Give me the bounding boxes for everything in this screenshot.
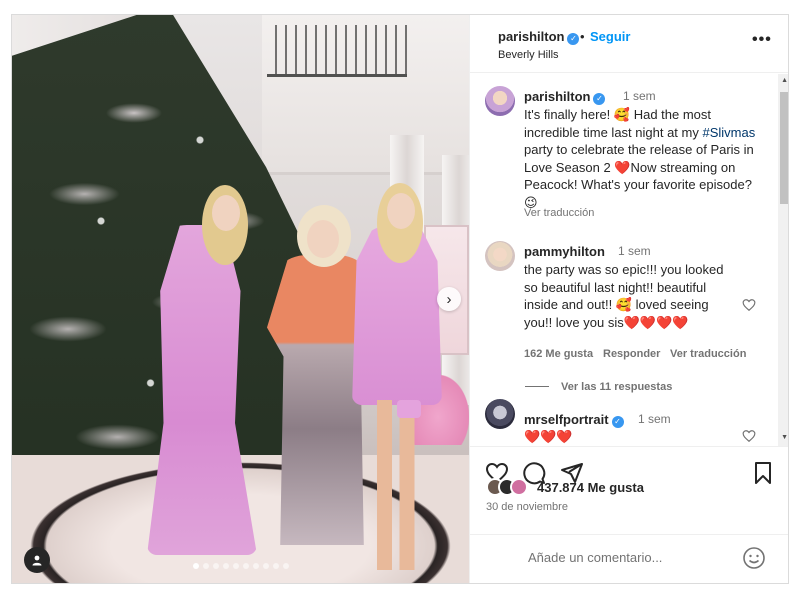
post-date[interactable]: 30 de noviembre: [486, 501, 568, 513]
carousel-dot: [252, 563, 259, 569]
likes-count[interactable]: 437.874 Me gusta: [537, 480, 644, 495]
post-dialog: › parishilton ✓ • Seguir Beverly Hills ••…: [11, 14, 789, 584]
carousel-dot: [212, 563, 219, 569]
carousel-dot: [272, 563, 279, 569]
chevron-right-icon: ›: [446, 290, 452, 308]
more-icon[interactable]: •••: [752, 31, 772, 49]
tagged-users-button[interactable]: [24, 547, 50, 573]
post-location[interactable]: Beverly Hills: [498, 49, 559, 61]
comment-username[interactable]: mrselfportrait ✓: [524, 412, 624, 428]
avatar[interactable]: [485, 399, 515, 429]
caption-text: It's finally here! 🥰 Had the most incred…: [524, 107, 756, 210]
next-photo-button[interactable]: ›: [437, 287, 461, 311]
avatar: [510, 478, 528, 496]
bookmark-icon[interactable]: [751, 461, 775, 485]
post-photo[interactable]: ›: [12, 15, 469, 583]
reply-button[interactable]: Responder: [603, 348, 660, 360]
comment-text: the party was so epic!!! you looked so b…: [524, 262, 724, 330]
comment-likes[interactable]: 162 Me gusta: [524, 348, 593, 360]
emoji-icon[interactable]: [742, 546, 766, 570]
carousel-dot: [242, 563, 249, 569]
scroll-down-icon[interactable]: ▼: [781, 434, 788, 441]
carousel-dot: [192, 563, 199, 569]
comments-list[interactable]: parishilton ✓ 1 sem It's finally here! 🥰 …: [470, 74, 788, 446]
caption-translate-link[interactable]: Ver traducción: [524, 207, 594, 219]
post-side-panel: parishilton ✓ • Seguir Beverly Hills ••• …: [469, 15, 788, 583]
carousel-dot: [222, 563, 229, 569]
carousel-dot: [282, 563, 289, 569]
comment-translate-link[interactable]: Ver traducción: [670, 348, 746, 360]
comment-time[interactable]: 1 sem: [638, 412, 671, 426]
comment-username[interactable]: pammyhilton: [524, 244, 605, 259]
add-comment-bar: Añade un comentario...: [470, 534, 788, 583]
heart-icon[interactable]: [742, 298, 756, 312]
avatar[interactable]: [485, 241, 515, 271]
author-username[interactable]: parishilton ✓: [498, 29, 580, 45]
scroll-up-icon[interactable]: ▲: [781, 77, 788, 84]
follow-button[interactable]: Seguir: [590, 29, 630, 44]
comment-time[interactable]: 1 sem: [618, 244, 651, 258]
liked-by-avatars[interactable]: [486, 478, 532, 498]
caption-time[interactable]: 1 sem: [623, 89, 656, 103]
comment-input[interactable]: Añade un comentario...: [528, 550, 662, 565]
caption-username[interactable]: parishilton ✓: [524, 89, 606, 105]
post-header: parishilton ✓ • Seguir Beverly Hills •••: [470, 15, 788, 73]
heart-icon[interactable]: [742, 429, 756, 443]
scrollbar-thumb[interactable]: [780, 92, 788, 204]
hashtag-link[interactable]: #Slivmas: [702, 125, 755, 140]
carousel-dot: [232, 563, 239, 569]
carousel-dot: [262, 563, 269, 569]
avatar[interactable]: [485, 86, 515, 116]
carousel-dots: [12, 563, 469, 569]
verified-icon: ✓: [567, 33, 580, 45]
carousel-dot: [202, 563, 209, 569]
comment-text: ❤️❤️❤️: [524, 429, 573, 444]
view-replies-button[interactable]: Ver las 11 respuestas: [525, 381, 672, 393]
verified-icon: ✓: [593, 93, 606, 105]
verified-icon: ✓: [611, 416, 624, 428]
